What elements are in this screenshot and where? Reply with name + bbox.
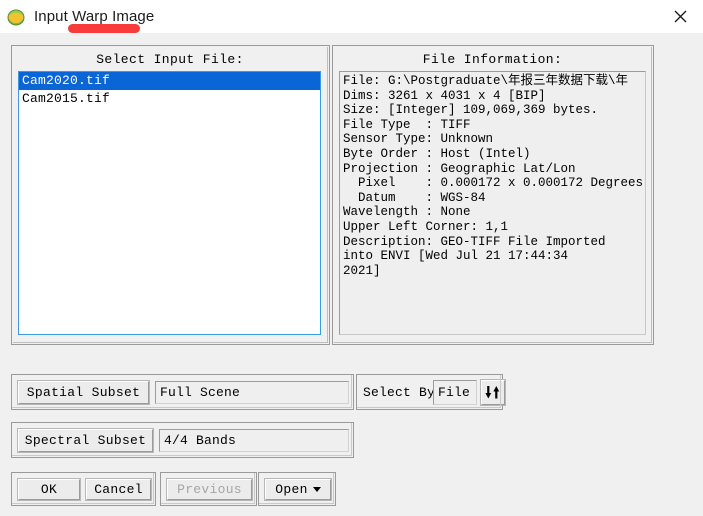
- select-by-row: Select By File: [356, 374, 505, 410]
- info-line: into ENVI [Wed Jul 21 17:44:34: [343, 249, 569, 264]
- list-item[interactable]: Cam2015.tif: [19, 90, 320, 108]
- window-title: Input Warp Image: [34, 8, 155, 25]
- file-information-label: File Information:: [422, 52, 563, 67]
- spectral-subset-value-field[interactable]: 4/4 Bands: [159, 429, 349, 452]
- spatial-subset-row: Spatial Subset Full Scene: [11, 374, 354, 410]
- previous-button-group: Previous: [160, 472, 257, 506]
- previous-button: Previous: [167, 479, 252, 500]
- title-bar: Input Warp Image: [0, 0, 703, 33]
- cancel-button[interactable]: Cancel: [86, 479, 151, 500]
- spectral-subset-row: Spectral Subset 4/4 Bands: [11, 422, 354, 458]
- close-icon[interactable]: [657, 0, 703, 33]
- select-by-label: Select By: [363, 385, 436, 400]
- spatial-subset-button[interactable]: Spatial Subset: [18, 381, 149, 404]
- info-line: Size: [Integer] 109,069,369 bytes.: [343, 103, 599, 118]
- primary-button-group: OK Cancel: [11, 472, 156, 506]
- info-line: File: G:\Postgraduate\年报三年数据下载\年: [343, 74, 629, 88]
- select-input-file-label: Select Input File:: [96, 52, 244, 67]
- info-line: Sensor Type: Unknown: [343, 132, 494, 147]
- info-line: Datum : WGS-84: [343, 190, 486, 205]
- select-by-value-field[interactable]: File: [433, 380, 477, 405]
- select-input-file-panel: Select Input File: Cam2020.tif Cam2015.t…: [11, 45, 330, 345]
- spectral-subset-button[interactable]: Spectral Subset: [18, 429, 153, 452]
- info-line: Byte Order : Host (Intel): [343, 146, 531, 161]
- file-information-text: File: G:\Postgraduate\年报三年数据下载\年 Dims: 3…: [339, 71, 646, 335]
- list-item[interactable]: Cam2020.tif: [19, 72, 320, 90]
- info-line: Wavelength : None: [343, 205, 471, 220]
- info-line: Projection : Geographic Lat/Lon: [343, 161, 576, 176]
- info-line: File Type : TIFF: [343, 117, 471, 132]
- info-line: Description: GEO-TIFF File Imported: [343, 234, 606, 249]
- info-line: Dims: 3261 x 4031 x 4 [BIP]: [343, 88, 546, 103]
- ok-button[interactable]: OK: [18, 479, 80, 500]
- open-button[interactable]: Open: [265, 479, 331, 500]
- spatial-subset-value-field[interactable]: Full Scene: [155, 381, 349, 404]
- info-line: Upper Left Corner: 1,1: [343, 219, 509, 234]
- open-button-group: Open: [258, 472, 336, 506]
- file-listbox[interactable]: Cam2020.tif Cam2015.tif: [18, 71, 321, 335]
- info-line: 2021]: [343, 263, 381, 278]
- info-line: Pixel : 0.000172 x 0.000172 Degrees: [343, 176, 644, 191]
- file-information-panel-inner: File Information: File: G:\Postgraduate\…: [334, 47, 652, 343]
- envi-globe-icon: [6, 7, 26, 27]
- file-information-panel: File Information: File: G:\Postgraduate\…: [332, 45, 654, 345]
- select-input-file-panel-inner: Select Input File: Cam2020.tif Cam2015.t…: [13, 47, 328, 343]
- down-up-arrows-icon[interactable]: [481, 380, 505, 405]
- caret-down-icon: [312, 487, 321, 492]
- open-button-label: Open: [275, 481, 308, 497]
